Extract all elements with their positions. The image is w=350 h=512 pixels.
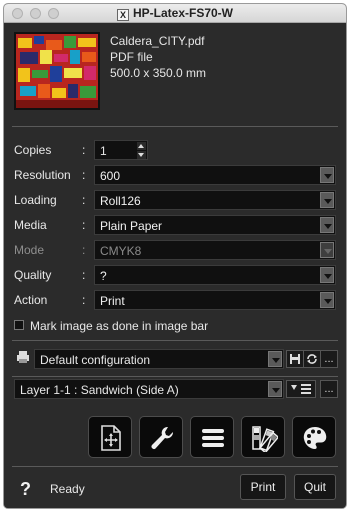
chevron-down-icon[interactable] — [320, 267, 334, 283]
window-title: X HP-Latex-FS70-W — [4, 6, 346, 21]
colon: : — [82, 168, 86, 182]
print-window: X HP-Latex-FS70-W Caldera_CITY.pdf PDF f… — [3, 3, 347, 509]
layer-value: Layer 1-1 : Sandwich (Side A) — [20, 383, 179, 397]
quality-row: Quality : ? — [14, 265, 336, 285]
divider — [12, 126, 338, 127]
divider — [12, 466, 338, 467]
copies-stepper[interactable]: 1 — [94, 140, 148, 160]
image-thumbnail — [14, 32, 100, 110]
quality-select[interactable]: ? — [94, 265, 336, 285]
layer-select[interactable]: Layer 1-1 : Sandwich (Side A) — [14, 379, 284, 399]
colon: : — [82, 243, 86, 257]
chevron-down-icon[interactable] — [320, 217, 334, 233]
chevron-down-icon[interactable] — [268, 381, 282, 397]
loading-select[interactable]: Roll126 — [94, 190, 336, 210]
colon: : — [82, 268, 86, 282]
copies-value: 1 — [100, 144, 107, 158]
media-row: Media : Plain Paper — [14, 215, 336, 235]
media-select[interactable]: Plain Paper — [94, 215, 336, 235]
quality-label: Quality — [14, 268, 52, 282]
colon: : — [82, 218, 86, 232]
resolution-label: Resolution — [14, 168, 71, 182]
file-size: 500.0 x 350.0 mm — [110, 66, 207, 80]
copies-label: Copies — [14, 143, 52, 157]
media-value: Plain Paper — [100, 219, 163, 233]
chevron-down-icon[interactable] — [320, 167, 334, 183]
resolution-row: Resolution : 600 — [14, 165, 336, 185]
save-config-icon[interactable] — [286, 350, 304, 368]
more-config-button[interactable]: ... — [320, 350, 338, 368]
quit-button[interactable]: Quit — [294, 474, 336, 500]
chevron-down-icon[interactable] — [320, 292, 334, 308]
chevron-down-icon[interactable] — [320, 192, 334, 208]
layer-settings-icon[interactable] — [286, 380, 316, 398]
status-text: Ready — [50, 482, 85, 496]
media-label: Media — [14, 218, 47, 232]
configuration-select[interactable]: Default configuration — [34, 349, 284, 369]
file-info: Caldera_CITY.pdf PDF file 500.0 x 350.0 … — [110, 33, 206, 81]
file-name: Caldera_CITY.pdf — [110, 34, 205, 48]
colon: : — [82, 193, 86, 207]
action-select[interactable]: Print — [94, 290, 336, 310]
mode-select: CMYK8 — [94, 240, 336, 260]
mode-row: Mode : CMYK8 — [14, 240, 336, 260]
loading-row: Loading : Roll126 — [14, 190, 336, 210]
quality-value: ? — [100, 269, 107, 283]
help-icon[interactable]: ? — [20, 479, 31, 500]
mode-label: Mode — [14, 243, 45, 257]
divider — [12, 376, 338, 377]
colon: : — [82, 143, 86, 157]
configuration-value: Default configuration — [40, 353, 151, 367]
resolution-select[interactable]: 600 — [94, 165, 336, 185]
color-palette-button[interactable] — [292, 416, 336, 458]
settings-button[interactable] — [139, 416, 183, 458]
increment-arrow-icon[interactable] — [137, 142, 146, 150]
divider — [12, 340, 338, 341]
decrement-arrow-icon[interactable] — [137, 151, 146, 159]
print-panel: Caldera_CITY.pdf PDF file 500.0 x 350.0 … — [4, 24, 346, 508]
mark-done-label: Mark image as done in image bar — [30, 319, 209, 333]
checkbox-box[interactable] — [14, 320, 24, 330]
resolution-value: 600 — [100, 169, 121, 183]
action-value: Print — [100, 294, 125, 308]
chevron-down-icon — [320, 242, 334, 258]
window-title-text: HP-Latex-FS70-W — [132, 6, 233, 20]
more-layer-button[interactable]: ... — [320, 380, 338, 398]
loading-label: Loading — [14, 193, 57, 207]
chevron-down-icon[interactable] — [268, 351, 282, 367]
copies-row: Copies : 1 — [14, 140, 336, 160]
placement-button[interactable] — [88, 416, 132, 458]
file-type: PDF file — [110, 50, 153, 64]
action-label: Action — [14, 293, 48, 307]
printer-config-icon — [14, 350, 32, 368]
loading-value: Roll126 — [100, 194, 141, 208]
job-list-button[interactable] — [190, 416, 234, 458]
action-row: Action : Print — [14, 290, 336, 310]
color-swatch-button[interactable] — [241, 416, 285, 458]
print-button[interactable]: Print — [240, 474, 286, 500]
mode-value: CMYK8 — [100, 244, 142, 258]
colon: : — [82, 293, 86, 307]
title-bar: X HP-Latex-FS70-W — [4, 4, 346, 23]
refresh-config-icon[interactable] — [303, 350, 321, 368]
x11-app-icon: X — [116, 9, 129, 21]
